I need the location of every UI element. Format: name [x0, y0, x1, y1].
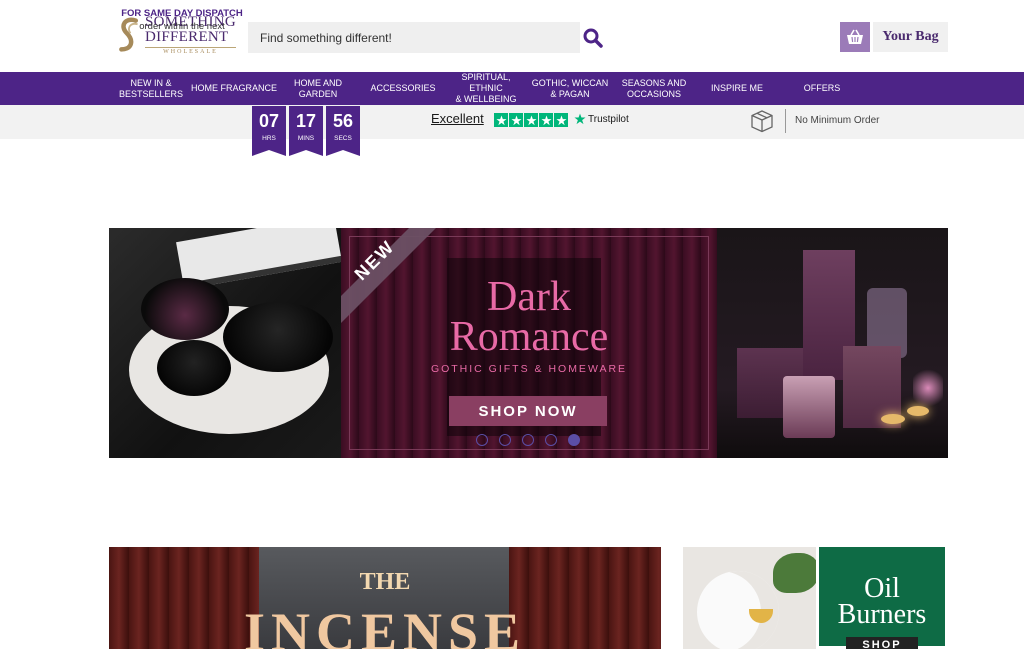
site-logo[interactable]: SOMETHING DIFFERENT WHOLESALE — [116, 13, 236, 57]
nav-item-gothic[interactable]: GOTHIC, WICCAN & PAGAN — [530, 72, 610, 105]
nav-item-inspire-me[interactable]: INSPIRE ME — [704, 72, 770, 105]
trustpilot-star-icon — [574, 113, 586, 125]
hero-banner[interactable]: NEW Dark Romance GOTHIC GIFTS & HOMEWARE… — [109, 228, 948, 458]
timer-hours-label: HRS — [262, 135, 276, 142]
candle-image — [783, 376, 835, 438]
slider-dot-1[interactable] — [476, 434, 488, 446]
hero-title-line2: Romance — [449, 314, 609, 360]
logo-swirl-icon — [119, 17, 139, 52]
nav-item-new-in[interactable]: NEW IN & BESTSELLERS — [116, 72, 186, 105]
bowl-image — [157, 340, 231, 396]
logo-text-line3: WHOLESALE — [144, 47, 236, 55]
logo-text-line2: DIFFERENT — [144, 29, 229, 45]
incense-banner-title-small: THE — [359, 569, 411, 595]
slider-dot-4[interactable] — [545, 434, 557, 446]
trustpilot-rating-text[interactable]: Excellent — [431, 111, 484, 126]
slider-dots — [476, 434, 580, 446]
nav-item-seasons[interactable]: SEASONS AND OCCASIONS — [616, 72, 692, 105]
timer-minutes: 17 MINS — [289, 106, 323, 156]
hero-image-tableware — [109, 228, 342, 458]
timer-minutes-value: 17 — [295, 111, 317, 131]
timer-hours-value: 07 — [258, 111, 280, 131]
nav-item-offers[interactable]: OFFERS — [796, 72, 848, 105]
search-input[interactable] — [248, 22, 580, 53]
timer-seconds-label: SECS — [334, 135, 352, 142]
star-icon — [524, 113, 538, 127]
timer-minutes-label: MINS — [297, 135, 315, 142]
nav-item-home-fragrance[interactable]: HOME FRAGRANCE — [190, 72, 278, 105]
basket-icon — [847, 29, 863, 44]
dispatch-title: FOR SAME DAY DISPATCH — [121, 8, 243, 19]
dispatch-subtitle: order within the next — [139, 21, 225, 32]
star-icon — [554, 113, 568, 127]
timer-seconds-value: 56 — [332, 111, 354, 131]
trustpilot-logo[interactable]: Trustpilot — [574, 113, 629, 125]
main-nav: NEW IN & BESTSELLERS HOME FRAGRANCE HOME… — [0, 72, 1024, 105]
plant-leaves-image — [773, 553, 819, 593]
teacup-image — [141, 278, 229, 340]
min-order-text: No Minimum Order — [795, 115, 880, 126]
oil-burners-banner[interactable]: Oil Burners SHOP — [683, 547, 948, 649]
search-icon — [583, 28, 603, 48]
nav-item-accessories[interactable]: ACCESSORIES — [366, 72, 440, 105]
trustpilot-brand: Trustpilot — [588, 113, 629, 125]
oil-banner-shop-button[interactable]: SHOP — [846, 637, 918, 649]
nav-item-home-and-garden[interactable]: HOME AND GARDEN — [282, 72, 354, 105]
slider-dot-2[interactable] — [499, 434, 511, 446]
info-divider — [785, 109, 786, 133]
package-icon — [751, 110, 773, 133]
trustpilot-stars[interactable] — [494, 113, 568, 127]
hero-image-products — [717, 228, 948, 458]
star-icon — [509, 113, 523, 127]
timer-hours: 07 HRS — [252, 106, 286, 156]
oil-banner-title-line2: Burners — [837, 599, 927, 630]
tealight-image — [881, 414, 905, 424]
bag-icon-button[interactable] — [840, 22, 870, 52]
star-icon — [494, 113, 508, 127]
teacup-image — [223, 302, 333, 372]
slider-dot-3[interactable] — [522, 434, 534, 446]
hero-subtitle: GOTHIC GIFTS & HOMEWARE — [430, 363, 628, 375]
hero-title-line1: Dark — [487, 274, 571, 320]
search-button[interactable] — [580, 22, 606, 53]
timer-seconds: 56 SECS — [326, 106, 360, 156]
nav-item-spiritual[interactable]: SPIRITUAL, ETHNIC & WELLBEING — [444, 72, 528, 105]
shop-now-button[interactable]: SHOP NOW — [449, 396, 607, 426]
slider-dot-5[interactable] — [568, 434, 580, 446]
incense-banner-title-large: INCENSE — [243, 602, 527, 649]
your-bag-button[interactable]: Your Bag — [873, 22, 948, 52]
star-icon — [539, 113, 553, 127]
incense-banner[interactable]: THE INCENSE — [109, 547, 661, 649]
flowers-image — [913, 366, 943, 410]
